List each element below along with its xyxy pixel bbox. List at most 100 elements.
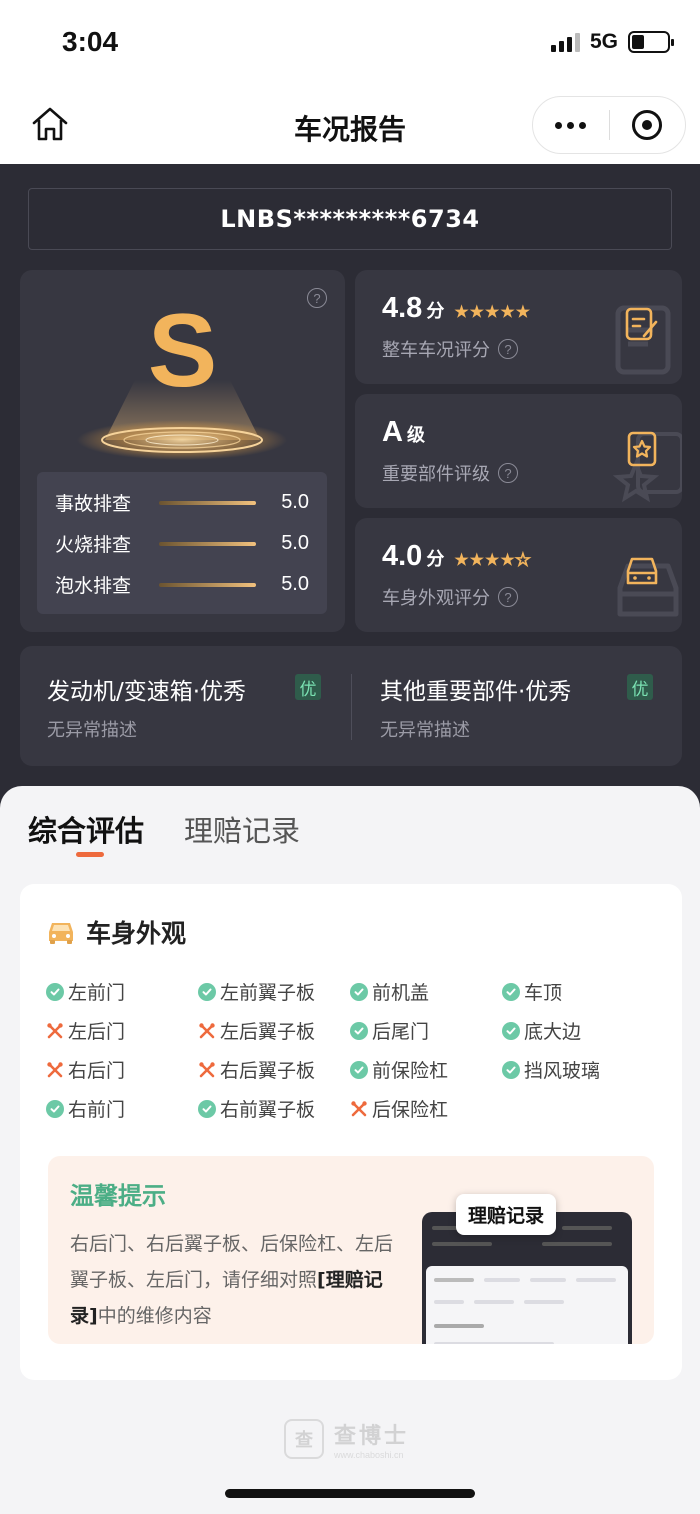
part-label: 右后门 (68, 1060, 126, 1082)
check-icon (502, 1060, 520, 1079)
brand-logo: 查 (284, 1419, 324, 1459)
check-label: 事故排查 (55, 493, 132, 515)
score-value-row: 4.8 分 ★★★★★ (382, 292, 531, 325)
help-icon[interactable]: ? (498, 587, 518, 607)
preview-sheet (426, 1266, 628, 1344)
check-icon (350, 1021, 368, 1040)
help-icon[interactable]: ? (498, 339, 518, 359)
preview-line (434, 1324, 484, 1328)
car-icon (49, 923, 73, 944)
engine-transmission-status[interactable]: 发动机/变速箱·优秀 优 无异常描述 (20, 646, 351, 766)
exterior-header: 车身外观 (46, 914, 186, 950)
score-label: 整车车况评分 (382, 340, 490, 361)
part-label: 左前门 (68, 982, 126, 1004)
score-label-row: 整车车况评分 ? (382, 336, 518, 362)
preview-line (434, 1278, 474, 1282)
preview-line (530, 1278, 566, 1282)
exterior-part-item: 右后门 (46, 1050, 198, 1089)
check-label: 火烧排查 (55, 534, 132, 556)
preview-line (576, 1278, 616, 1282)
part-label: 前机盖 (372, 982, 430, 1004)
excellent-badge: 优 (295, 674, 321, 700)
check-icon (502, 1021, 520, 1040)
part-title: 其他重要部件·优秀 (380, 679, 572, 705)
part-desc: 无异常描述 (380, 720, 470, 741)
safety-checks: 事故排查 5.0 火烧排查 5.0 泡水排查 5.0 (37, 472, 327, 614)
exterior-card: 车身外观 左前门 左前翼子板 前机盖 车顶左后门 左后翼子板 后尾门 底大边右后门 右后翼子板… (20, 884, 682, 1380)
preview-line (434, 1300, 464, 1304)
exterior-part-item: 车顶 (502, 972, 654, 1011)
exterior-part-item: 底大边 (502, 1011, 654, 1050)
preview-line (524, 1300, 564, 1304)
brand-footer: 查 查博士 www.chaboshi.cn (284, 1418, 409, 1460)
part-label: 挡风玻璃 (524, 1060, 601, 1082)
check-row: 事故排查 5.0 (55, 482, 309, 523)
score-label-row: 重要部件评级 ? (382, 460, 518, 486)
close-target-icon[interactable] (610, 110, 686, 140)
network-label: 5G (589, 30, 618, 53)
overall-score-card[interactable]: 4.8 分 ★★★★★ 整车车况评分 ? (355, 270, 682, 384)
excellent-badge: 优 (627, 674, 653, 700)
active-tab-indicator (76, 852, 104, 857)
repair-tools-icon (198, 1022, 216, 1040)
exterior-score-card[interactable]: 4.0 分 ★★★★★ 车身外观评分 ? (355, 518, 682, 632)
exterior-part-item: 后保险杠 (350, 1089, 502, 1128)
check-icon (198, 982, 216, 1001)
score-unit: 级 (406, 425, 425, 446)
brand-name: 查博士 (334, 1424, 410, 1449)
check-icon (46, 982, 64, 1001)
exterior-parts-grid: 左前门 左前翼子板 前机盖 车顶左后门 左后翼子板 后尾门 底大边右后门 右后翼子板 前保险杠 挡… (46, 972, 666, 1128)
report-header: LNBS*********6734 ? S 事故排查 5.0 火烧排查 5.0 … (0, 164, 700, 824)
part-label: 右前门 (68, 1099, 126, 1121)
more-icon[interactable] (533, 121, 609, 129)
check-bar (159, 500, 256, 505)
key-parts-grade-card[interactable]: A 级 重要部件评级 ? (355, 394, 682, 508)
score-value-row: 4.0 分 ★★★★★ (382, 540, 531, 573)
tab-claim-records[interactable]: 理赔记录 (184, 808, 300, 850)
exterior-part-item: 左前门 (46, 972, 198, 1011)
exterior-part-item: 右前翼子板 (198, 1089, 350, 1128)
key-parts-card: 发动机/变速箱·优秀 优 无异常描述 其他重要部件·优秀 优 无异常描述 (20, 646, 682, 766)
car-front-icon (626, 557, 658, 585)
exterior-part-item: 左后门 (46, 1011, 198, 1050)
exterior-part-item: 右前门 (46, 1089, 198, 1128)
claim-records-callout: 理赔记录 (456, 1194, 557, 1235)
repair-tools-icon (350, 1100, 368, 1118)
score-value: 4.0 (382, 540, 423, 572)
check-label: 泡水排查 (55, 575, 132, 597)
part-label: 前保险杠 (372, 1060, 449, 1082)
help-icon[interactable]: ? (498, 463, 518, 483)
tab-bar: 综合评估 理赔记录 (28, 808, 300, 850)
tip-title: 温馨提示 (70, 1182, 166, 1210)
part-label: 右前翼子板 (220, 1099, 316, 1121)
preview-line (434, 1342, 554, 1344)
star-document-icon (627, 431, 657, 467)
exterior-part-item: 挡风玻璃 (502, 1050, 654, 1089)
nav-bar: 车况报告 (0, 90, 700, 164)
tab-overall-assessment[interactable]: 综合评估 (28, 808, 144, 850)
repair-tools-icon (46, 1061, 64, 1079)
exterior-part-item: 后尾门 (350, 1011, 502, 1050)
exterior-part-item: 右后翼子板 (198, 1050, 350, 1089)
check-bar (159, 541, 256, 546)
grade-card: ? S 事故排查 5.0 火烧排查 5.0 泡水排查 5.0 (20, 270, 345, 632)
exterior-part-item: 左前翼子板 (198, 972, 350, 1011)
signal-icon (550, 32, 580, 52)
part-label: 左前翼子板 (220, 982, 316, 1004)
star-rating: ★★★★★ (454, 304, 532, 321)
preview-line (484, 1278, 520, 1282)
exterior-part-item: 左后翼子板 (198, 1011, 350, 1050)
check-icon (502, 982, 520, 1001)
status-bar: 3:04 5G (0, 0, 700, 90)
warm-tip: 温馨提示 右后门、右后翼子板、后保险杠、左后翼子板、左后门，请仔细对照[理赔记录… (48, 1156, 654, 1344)
part-title: 发动机/变速箱·优秀 (47, 679, 247, 705)
part-label: 底大边 (524, 1021, 582, 1043)
score-value: 4.8 (382, 292, 423, 324)
check-icon (350, 982, 368, 1001)
star-rating: ★★★★★ (454, 552, 532, 570)
vin-number: LNBS*********6734 (28, 188, 672, 250)
check-bar (159, 582, 256, 587)
status-indicators: 5G (550, 30, 674, 54)
other-parts-status[interactable]: 其他重要部件·优秀 优 无异常描述 (353, 646, 684, 766)
part-label: 后保险杠 (372, 1099, 449, 1121)
